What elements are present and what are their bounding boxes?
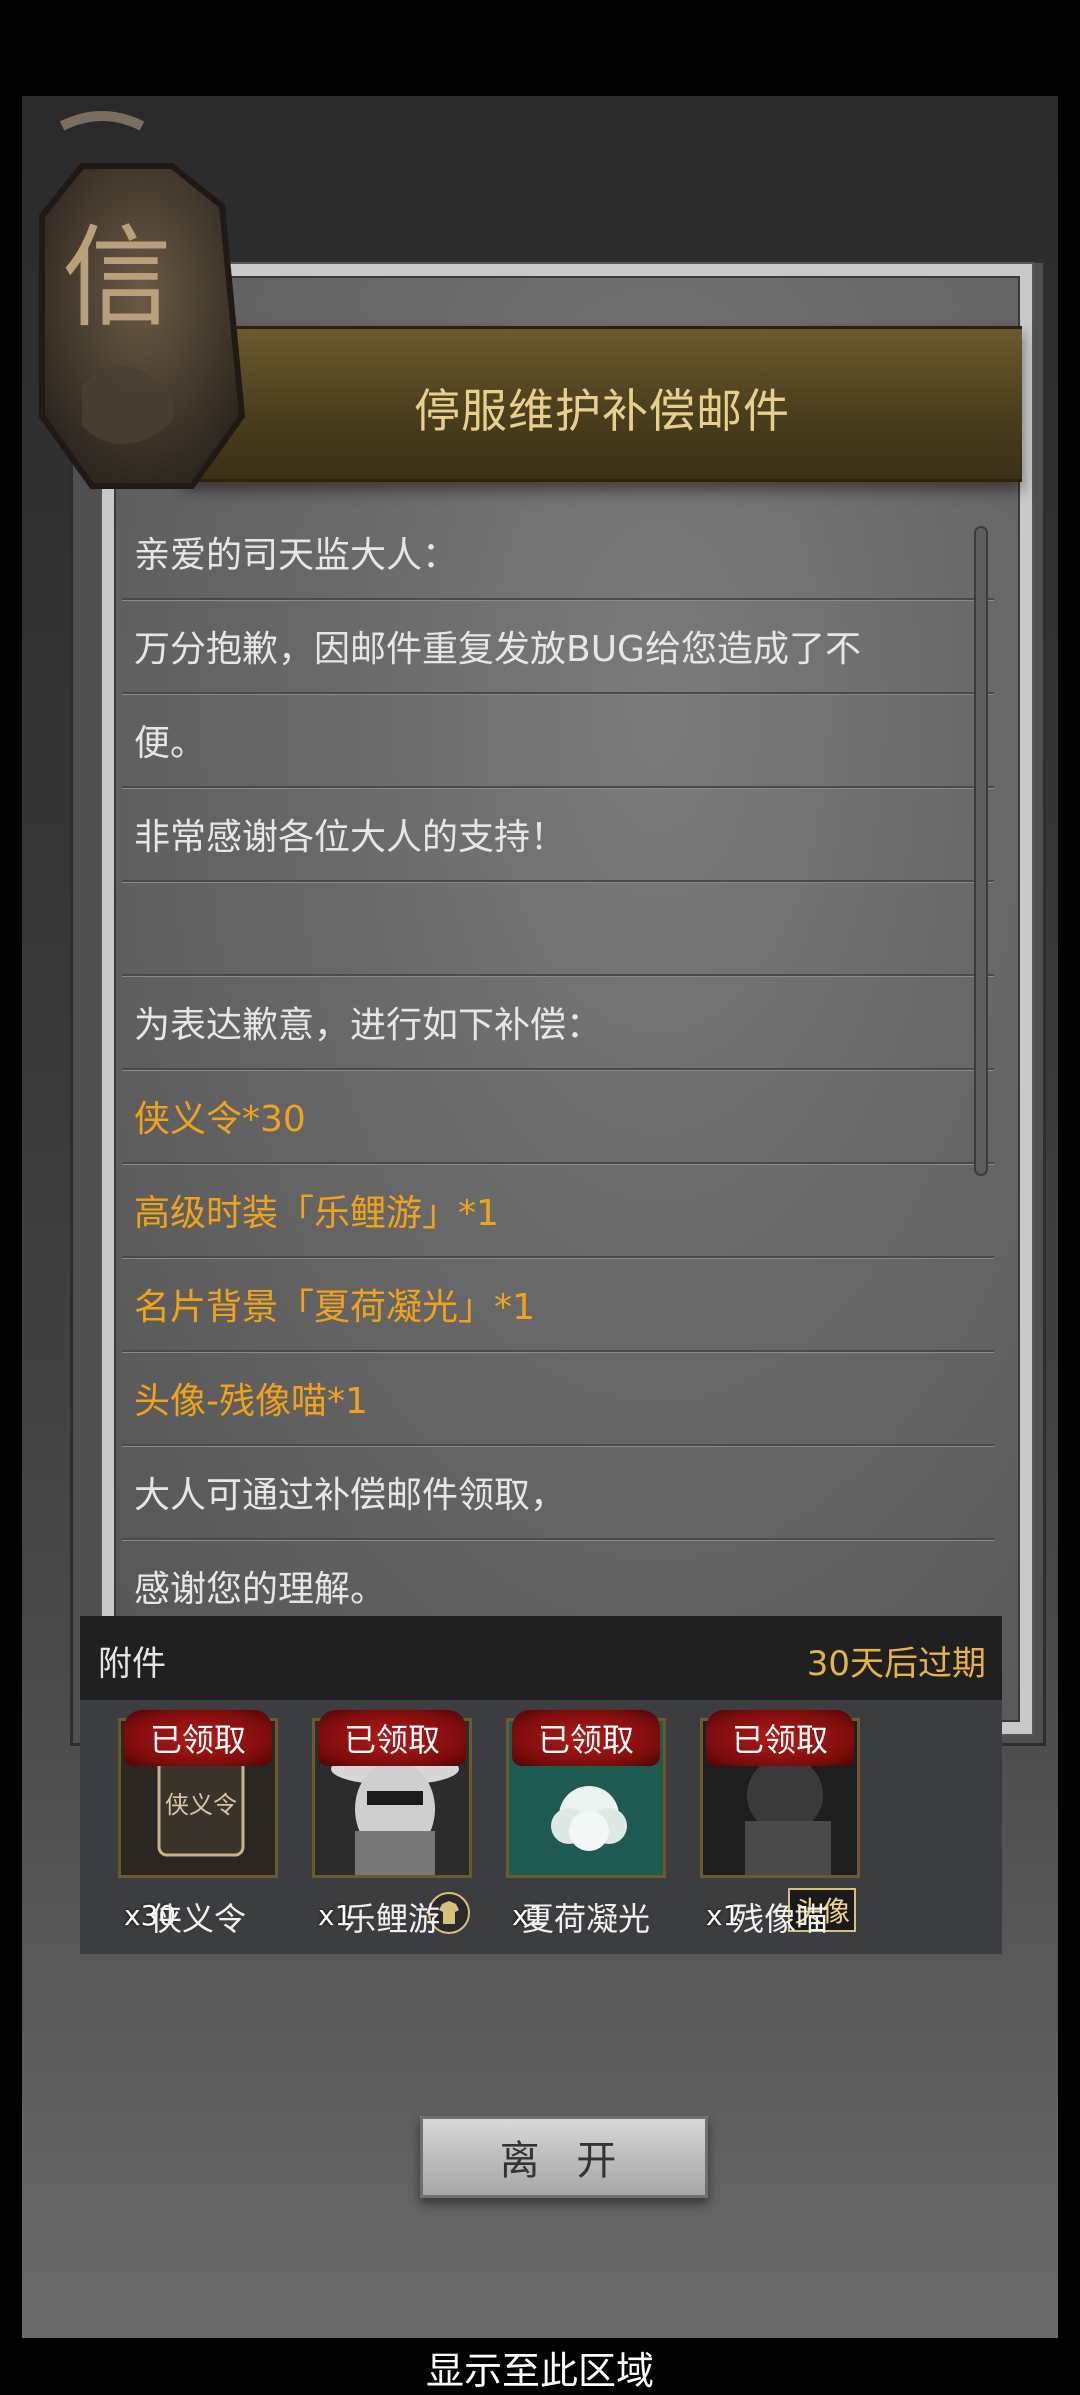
mail-line: 亲爱的司天监大人： <box>122 506 994 600</box>
claimed-ribbon: 已领取 <box>512 1710 660 1766</box>
game-screen: 停服维护补偿邮件 信 亲爱的司天监大人： 万分抱歉，因邮件重复发放BUG给您造成… <box>22 96 1058 2338</box>
attachment-item-canxiangmiao[interactable]: 已领取 x1 头像 残像喵 <box>700 1710 860 1938</box>
item-name: 残像喵 <box>731 1900 828 1938</box>
seal-emblem-icon: 信 <box>39 111 246 489</box>
mail-line-empty <box>122 882 994 976</box>
claimed-ribbon: 已领取 <box>318 1710 466 1766</box>
title-banner: 停服维护补偿邮件 <box>182 326 1022 482</box>
claimed-ribbon: 已领取 <box>124 1710 272 1766</box>
reward-line: 高级时装「乐鲤游」*1 <box>122 1164 994 1258</box>
attachment-item-xiaheningguang[interactable]: 已领取 x1 夏荷凝光 <box>506 1710 666 1938</box>
token-text: 侠义令 <box>165 1791 237 1819</box>
reward-line: 名片背景「夏荷凝光」*1 <box>122 1258 994 1352</box>
mail-scrollbar-thumb[interactable] <box>974 526 988 1176</box>
mail-scrollbar[interactable] <box>974 526 988 1176</box>
attachments-label: 附件 <box>98 1644 166 1684</box>
mail-line: 大人可通过补偿邮件领取， <box>122 1446 994 1540</box>
item-name: 乐鲤游 <box>343 1900 440 1938</box>
reward-line: 头像-残像喵*1 <box>122 1352 994 1446</box>
seal-char: 信 <box>62 214 172 342</box>
item-name: 侠义令 <box>149 1900 246 1938</box>
mail-body: 亲爱的司天监大人： 万分抱歉，因邮件重复发放BUG给您造成了不 便。 非常感谢各… <box>122 506 994 1634</box>
leave-button[interactable]: 离 开 <box>420 2116 708 2198</box>
claimed-ribbon: 已领取 <box>706 1710 854 1766</box>
display-area-caption: 显示至此区域 <box>425 2349 654 2393</box>
attachment-item-xiayiling[interactable]: 侠义令 已领取 x30 侠义令 <box>118 1710 278 1938</box>
attachments-expiry: 30天后过期 <box>806 1644 986 1684</box>
mail-line: 万分抱歉，因邮件重复发放BUG给您造成了不 <box>122 600 994 694</box>
attachment-item-leliyou[interactable]: 已领取 x1 乐鲤游 <box>312 1710 472 1938</box>
mail-title: 停服维护补偿邮件 <box>414 384 790 438</box>
attachments-list: 侠义令 已领取 x30 侠义令 已领取 x1 乐鲤游 已领取 x1 夏荷凝光 已… <box>80 1700 1002 1954</box>
mail-line: 非常感谢各位大人的支持！ <box>122 788 994 882</box>
mail-line: 为表达歉意，进行如下补偿： <box>122 976 994 1070</box>
attachments-header: 附件 30天后过期 <box>80 1616 1002 1700</box>
mail-line: 便。 <box>122 694 994 788</box>
reward-line: 侠义令*30 <box>122 1070 994 1164</box>
item-name: 夏荷凝光 <box>521 1900 650 1938</box>
